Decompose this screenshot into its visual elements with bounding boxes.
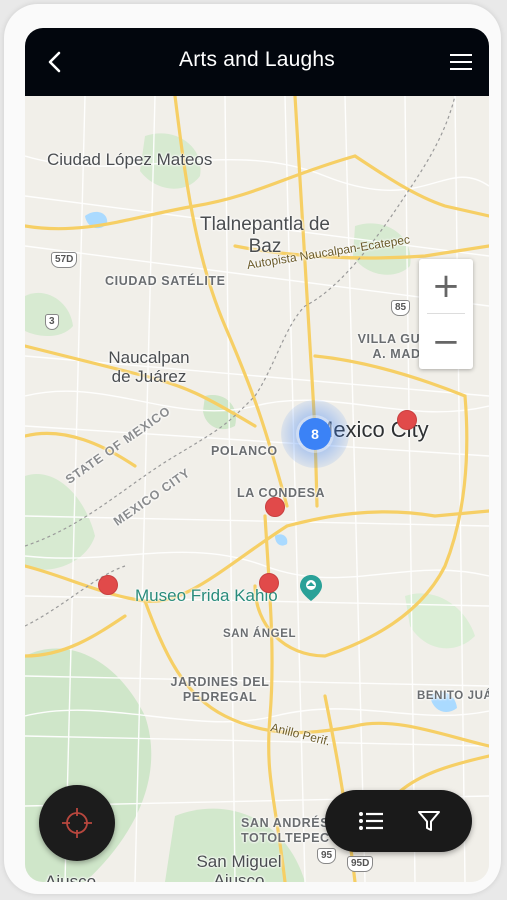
map-label-san-miguel: San Miguel Ajusco	[196, 852, 282, 882]
event-marker[interactable]	[397, 410, 417, 430]
hamburger-menu-icon	[450, 54, 472, 70]
marker-cluster[interactable]: 8	[281, 400, 349, 468]
map-label-ciudad-satelite: CIUDAD SATÉLITE	[105, 274, 226, 288]
crosshair-icon	[62, 808, 92, 838]
map-label-text: Ciudad López Mateos	[47, 150, 213, 169]
highway-shield-95d: 95D	[347, 856, 374, 872]
menu-button[interactable]	[445, 46, 477, 78]
map-label-ciudad-lopez-mateos: Ciudad López Mateos	[47, 150, 212, 169]
event-marker[interactable]	[259, 573, 279, 593]
device-frame: Arts and Laughs Ciudad López Mateos Tlal…	[4, 4, 501, 894]
cluster-count: 8	[299, 418, 331, 450]
map-label-naucalpan: Naucalpan de Juárez	[108, 348, 190, 386]
event-marker[interactable]	[265, 497, 285, 517]
list-view-button[interactable]	[353, 803, 389, 839]
back-button[interactable]	[37, 44, 73, 80]
museum-pin-icon	[300, 575, 322, 601]
zoom-in-button[interactable]: +	[419, 259, 473, 313]
map-label-ajusco: Ajusco	[45, 872, 97, 882]
zoom-divider	[427, 313, 465, 314]
highway-shield-3: 3	[45, 314, 59, 330]
list-icon	[359, 812, 383, 830]
map-label-la-condesa: LA CONDESA	[237, 486, 326, 500]
page-title: Arts and Laughs	[179, 48, 335, 71]
map-label-benito-juarez: BENITO JUÁ	[417, 690, 489, 702]
top-app-bar: Arts and Laughs	[25, 28, 489, 96]
zoom-control: + −	[419, 259, 473, 369]
map-label-jardines: JARDINES DEL PEDREGAL	[170, 675, 270, 704]
filter-button[interactable]	[411, 803, 447, 839]
app-screen: Arts and Laughs Ciudad López Mateos Tlal…	[25, 28, 489, 882]
zoom-out-button[interactable]: −	[419, 315, 473, 369]
highway-shield-95: 95	[317, 848, 337, 864]
highway-shield-57d: 57D	[51, 252, 78, 268]
filter-icon	[418, 811, 440, 831]
highway-shield-85: 85	[391, 300, 411, 316]
map-label-polanco: POLANCO	[211, 444, 278, 458]
map-label-museo-frida: Museo Frida Kahlo	[135, 586, 278, 605]
event-marker[interactable]	[98, 575, 118, 595]
chevron-left-icon	[48, 51, 61, 73]
map-view[interactable]: Ciudad López Mateos Tlalnepantla de Baz …	[25, 96, 489, 882]
map-label-san-angel: SAN ÁNGEL	[223, 628, 297, 640]
view-options-pill	[325, 790, 472, 852]
locate-me-button[interactable]	[39, 785, 115, 861]
